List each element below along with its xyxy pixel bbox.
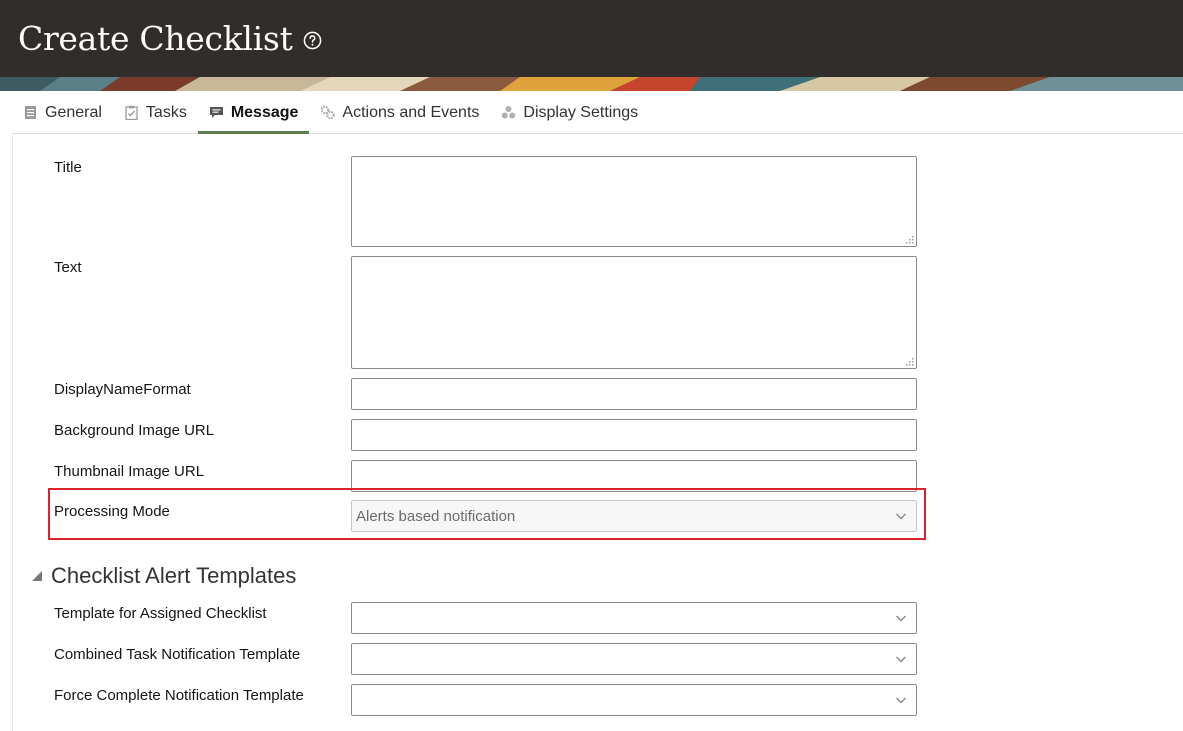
page-header: Create Checklist	[0, 0, 1183, 77]
display-name-format-label: DisplayNameFormat	[54, 381, 191, 398]
tab-actions-and-events[interactable]: Actions and Events	[309, 92, 490, 133]
collapse-triangle-icon[interactable]	[31, 570, 43, 582]
gears-icon	[321, 105, 336, 120]
force-complete-notification-template-select[interactable]	[351, 684, 917, 716]
text-textarea[interactable]	[351, 256, 917, 369]
decorative-banner	[0, 77, 1183, 91]
tab-message[interactable]: Message	[197, 92, 310, 134]
tab-display-settings[interactable]: Display Settings	[490, 92, 649, 133]
resize-handle-icon[interactable]	[904, 356, 914, 366]
display-name-format-input[interactable]	[351, 378, 917, 410]
tab-label: General	[45, 103, 102, 121]
title-textarea[interactable]	[351, 156, 917, 247]
page-title: Create Checklist	[18, 19, 293, 58]
dots-cluster-icon	[502, 106, 516, 119]
force-complete-notification-template-label: Force Complete Notification Template	[54, 687, 304, 704]
tab-label: Actions and Events	[342, 103, 480, 121]
background-image-url-input[interactable]	[351, 419, 917, 451]
title-label: Title	[54, 159, 82, 176]
tab-bar: General Tasks Message Actions and Events…	[12, 92, 1183, 134]
chat-bubble-icon	[209, 107, 223, 118]
message-form: Title Text DisplayNameFormat Background …	[12, 135, 1183, 731]
assigned-checklist-template-select[interactable]	[351, 602, 917, 634]
checklist-alert-templates-section[interactable]: Checklist Alert Templates	[31, 563, 296, 589]
combined-task-notification-template-select[interactable]	[351, 643, 917, 675]
thumbnail-image-url-label: Thumbnail Image URL	[54, 463, 205, 480]
chevron-down-icon	[896, 656, 906, 663]
clipboard-check-icon	[125, 105, 138, 120]
tab-tasks[interactable]: Tasks	[113, 92, 198, 133]
tab-label: Tasks	[145, 103, 187, 121]
processing-mode-highlight	[48, 488, 926, 540]
chevron-down-icon	[896, 615, 906, 622]
tab-label: Display Settings	[523, 103, 639, 121]
section-title: Checklist Alert Templates	[51, 563, 297, 588]
document-icon	[25, 106, 36, 119]
text-label: Text	[54, 259, 82, 276]
combined-task-notification-template-label: Combined Task Notification Template	[54, 646, 301, 663]
assigned-checklist-template-label: Template for Assigned Checklist	[54, 605, 267, 622]
help-icon[interactable]	[303, 31, 322, 50]
tab-general[interactable]: General	[12, 92, 113, 133]
resize-handle-icon[interactable]	[904, 234, 914, 244]
chevron-down-icon	[896, 697, 906, 704]
background-image-url-label: Background Image URL	[54, 422, 215, 439]
tab-label: Message	[230, 103, 299, 121]
